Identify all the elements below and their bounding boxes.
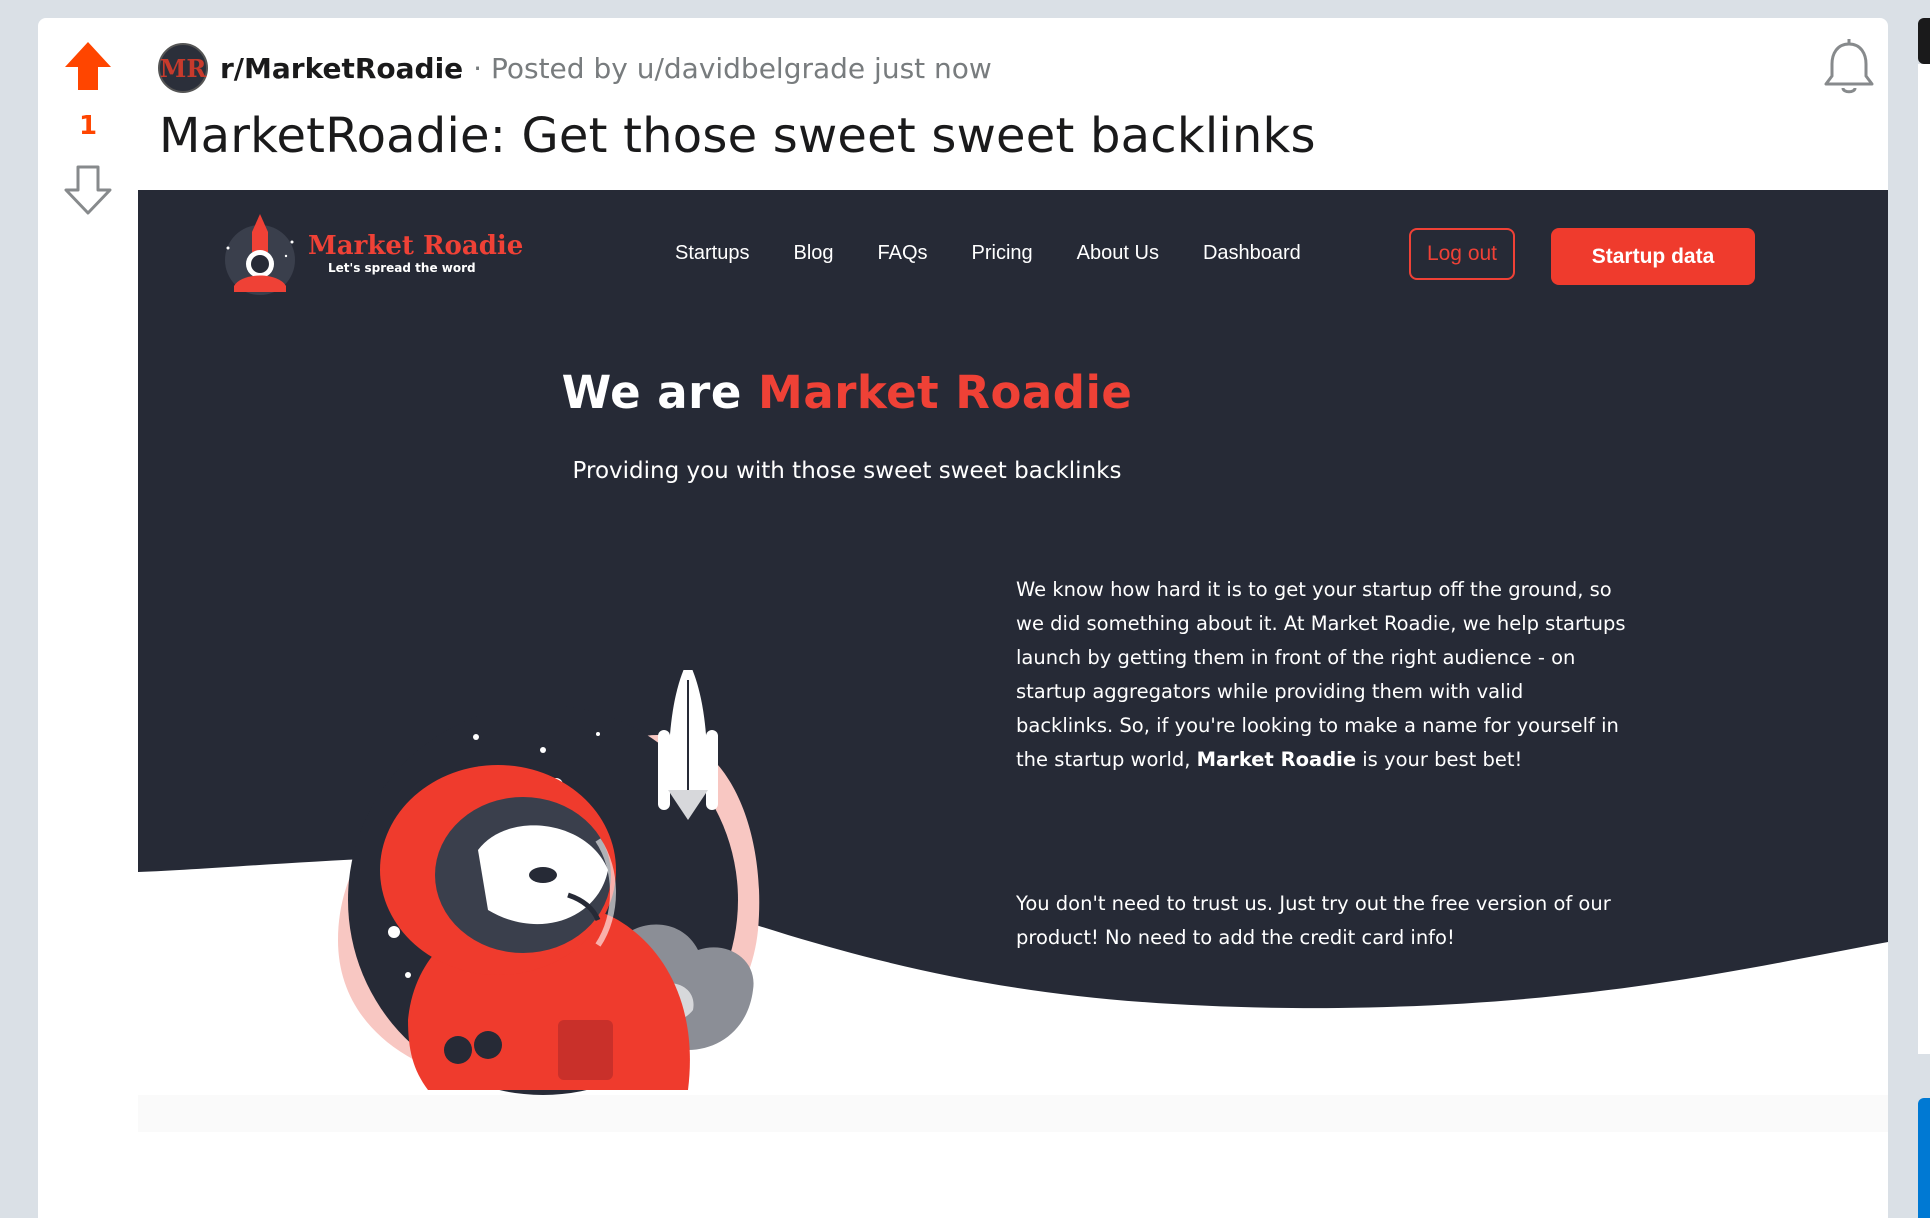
subreddit-link[interactable]: r/MarketRoadie [220, 52, 463, 85]
hero-title: We are Market Roadie [138, 366, 1556, 419]
hero-subtitle: Providing you with those sweet sweet bac… [572, 458, 1122, 484]
site-logo[interactable]: Market Roadie Let's spread the word [222, 212, 523, 296]
right-edge-panel [1918, 64, 1930, 1054]
nav-pricing[interactable]: Pricing [972, 242, 1033, 265]
nav-blog[interactable]: Blog [793, 242, 833, 265]
about-paragraph: We know how hard it is to get your start… [1016, 573, 1626, 777]
about-text-before: We know how hard it is to get your start… [1016, 578, 1626, 771]
startup-data-button[interactable]: Startup data [1551, 228, 1755, 285]
post-image[interactable]: Market Roadie Let's spread the word Star… [138, 190, 1888, 1132]
nav-about-us[interactable]: About Us [1077, 242, 1159, 265]
bell-icon[interactable] [1822, 38, 1876, 98]
logo-tagline: Let's spread the word [328, 261, 476, 275]
trust-paragraph: You don't need to trust us. Just try out… [1016, 892, 1611, 949]
post-header: MR r/MarketRoadie · Posted by u/davidbel… [158, 40, 992, 96]
downvote-icon[interactable] [63, 164, 113, 216]
rocket-icon [225, 214, 295, 295]
astronaut-icon [338, 670, 760, 1095]
subreddit-avatar[interactable]: MR [158, 43, 208, 93]
about-text-bold: Market Roadie [1196, 748, 1357, 771]
nav-faqs[interactable]: FAQs [878, 242, 928, 265]
subreddit-avatar-text: MR [159, 53, 207, 83]
right-edge-dark-tab [1918, 18, 1930, 64]
hero-title-prefix: We are [561, 366, 759, 419]
site-nav: Startups Blog FAQs Pricing About Us Dash… [675, 242, 1345, 265]
nav-dashboard[interactable]: Dashboard [1203, 242, 1301, 265]
hero-title-accent: Market Roadie [758, 366, 1133, 419]
post-meta: · Posted by u/davidbelgrade just now [473, 51, 992, 85]
logout-button[interactable]: Log out [1409, 228, 1515, 280]
upvote-icon[interactable] [63, 40, 113, 92]
nav-startups[interactable]: Startups [675, 242, 749, 265]
post-card: 1 MR r/MarketRoadie · Posted by u/davidb… [38, 18, 1888, 1218]
logo-name: Market Roadie [308, 231, 524, 261]
about-text-after: is your best bet! [1356, 748, 1523, 771]
post-title[interactable]: MarketRoadie: Get those sweet sweet back… [159, 108, 1316, 164]
right-edge-blue-tab[interactable] [1918, 1098, 1930, 1218]
vote-count: 1 [78, 111, 98, 141]
